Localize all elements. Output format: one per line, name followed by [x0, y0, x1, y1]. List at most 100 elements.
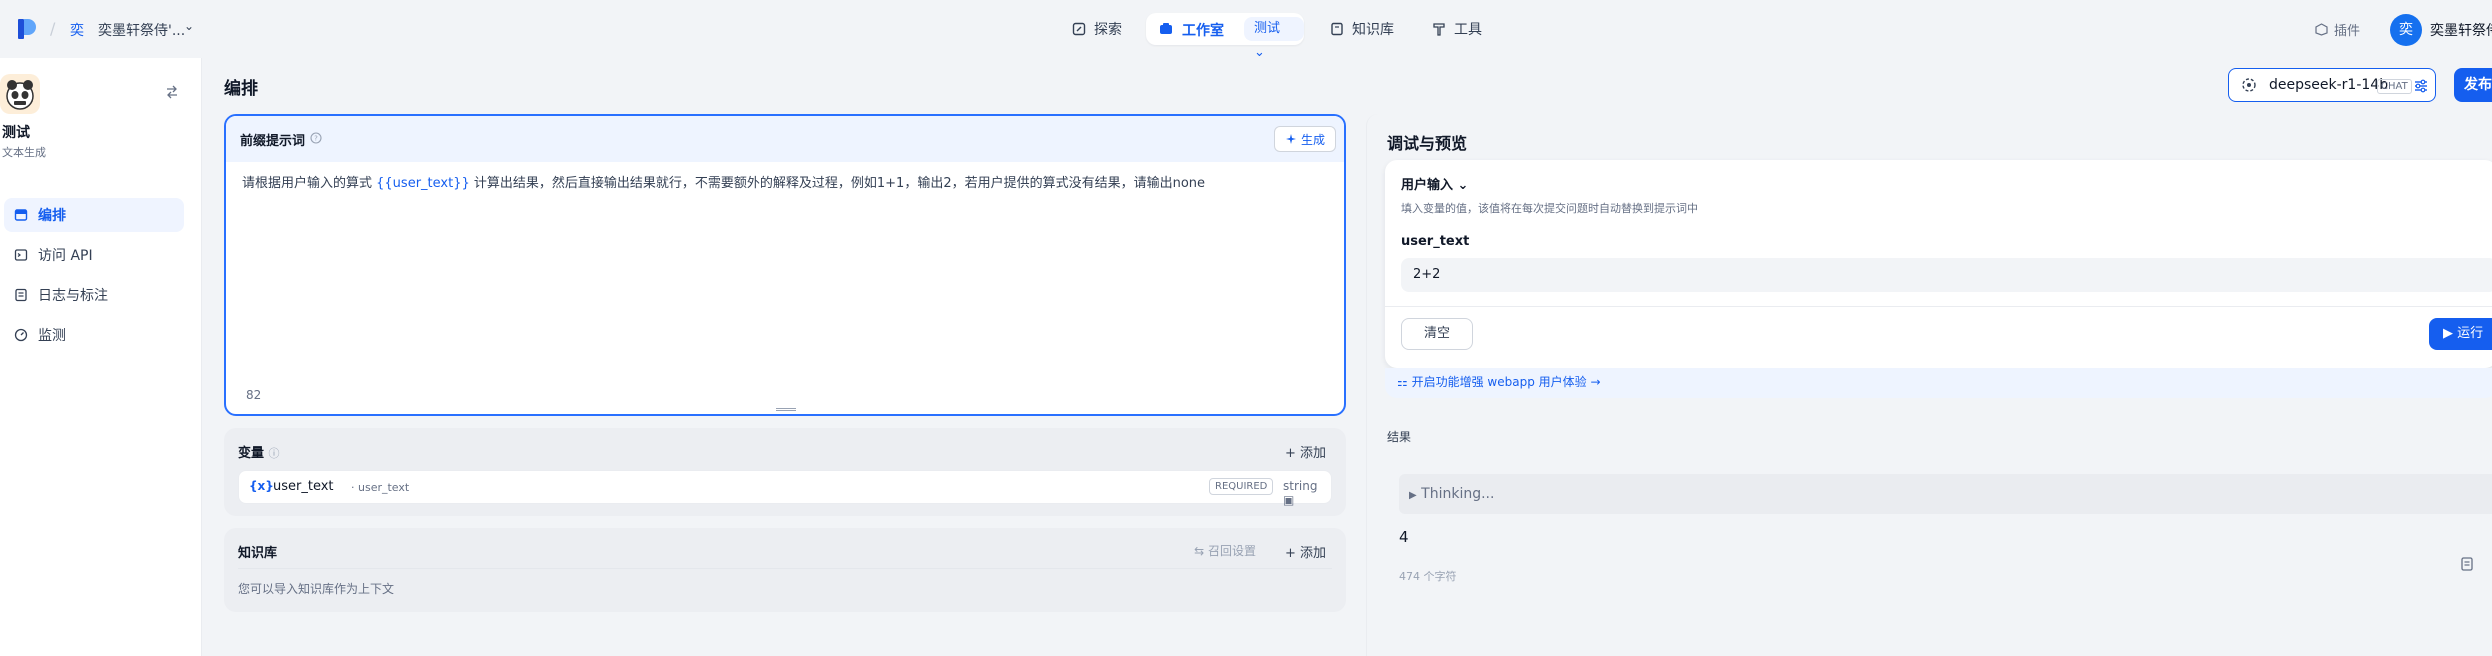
- add-variable-button[interactable]: + 添加: [1285, 442, 1326, 461]
- avatar[interactable]: 奕: [2390, 14, 2422, 46]
- run-button[interactable]: ▶ 运行: [2429, 318, 2492, 350]
- run-label: 运行: [2457, 326, 2484, 341]
- publish-button[interactable]: 发布: [2454, 68, 2492, 102]
- compass-icon: [1072, 22, 1086, 36]
- add-label: 添加: [1299, 546, 1326, 561]
- variable-key: user_text: [273, 479, 334, 494]
- hammer-icon: [1433, 23, 1445, 36]
- char-count: 82: [246, 388, 262, 402]
- recall-label: 召回设置: [1207, 544, 1256, 558]
- variables-title-label: 变量: [238, 446, 265, 461]
- help-icon[interactable]: ⓘ: [269, 447, 280, 460]
- webapp-enhance-link[interactable]: ⚏ 开启功能增强 webapp 用户体验 →: [1385, 368, 2492, 398]
- prompt-editor[interactable]: 前缀提示词 ? 生成 请根据用户输入的算式 {{user_text}} 计算出结…: [224, 114, 1346, 416]
- prompt-text-after: 计算出结果，然后直接输出结果就行，不需要额外的解释及过程，例如1+1，输出2，若…: [469, 176, 1206, 191]
- current-app-label: 测试: [1254, 21, 1281, 36]
- username[interactable]: 奕墨轩祭侍: [2430, 20, 2492, 40]
- feature-icon: ⚏: [1397, 375, 1408, 389]
- sidebar: 测试 文本生成 编排 访问 API 日志与标注 监测: [0, 58, 202, 656]
- sidebar-item-label: 日志与标注: [38, 288, 108, 304]
- clear-button[interactable]: 清空: [1401, 318, 1473, 350]
- sidebar-item-label: 编排: [38, 208, 66, 224]
- nav-tools-label: 工具: [1454, 22, 1482, 38]
- breadcrumb-separator: /: [50, 19, 56, 38]
- plugin-button[interactable]: 插件: [2315, 20, 2360, 39]
- nav-knowledge[interactable]: 知识库: [1330, 19, 1394, 39]
- page-title: 编排: [224, 79, 258, 99]
- play-icon: ▶: [2443, 326, 2453, 341]
- help-icon[interactable]: ?: [310, 132, 322, 144]
- variable-row[interactable]: {x} user_text · user_text REQUIRED strin…: [238, 470, 1332, 507]
- variable-name-text: user_text: [358, 481, 410, 494]
- dify-logo-icon[interactable]: [16, 17, 36, 41]
- model-selector[interactable]: deepseek-r1-14b CHAT: [2228, 68, 2436, 102]
- book-icon: [1331, 22, 1343, 36]
- knowledge-title: 知识库: [238, 546, 278, 561]
- sidebar-item-orchestrate[interactable]: 编排: [4, 198, 184, 232]
- result-char-count: 474 个字符: [1399, 570, 1457, 583]
- app-type: 文本生成: [2, 146, 46, 159]
- resize-handle[interactable]: [776, 408, 796, 411]
- variable-name: · user_text: [351, 481, 410, 494]
- app-title: 测试: [2, 125, 30, 141]
- chevron-down-icon[interactable]: ⌄: [184, 19, 194, 33]
- nav-knowledge-label: 知识库: [1352, 22, 1394, 38]
- variable-type-text: string: [1283, 479, 1318, 493]
- edit-icon[interactable]: ▣: [1283, 493, 1294, 507]
- model-icon: [2242, 78, 2256, 92]
- layout-icon: [14, 209, 28, 221]
- sidebar-item-api[interactable]: 访问 API: [4, 238, 184, 272]
- app-avatar-icon: [0, 74, 40, 114]
- sparkle-icon: [1285, 134, 1296, 144]
- webapp-label: 开启功能增强 webapp 用户体验: [1411, 375, 1587, 389]
- document-icon[interactable]: [2459, 556, 2475, 572]
- nav-explore[interactable]: 探索: [1072, 19, 1122, 39]
- top-bar: / 奕 奕墨轩祭侍'... ⌄ 探索 工作室 测试 ⌄ 知识库 工具 插件 奕 …: [0, 0, 2492, 60]
- recall-settings-button[interactable]: ⇆ 召回设置: [1194, 542, 1256, 559]
- nav-explore-label: 探索: [1094, 22, 1122, 38]
- prompt-text[interactable]: 请根据用户输入的算式 {{user_text}} 计算出结果，然后直接输出结果就…: [242, 172, 1205, 191]
- nav-tools[interactable]: 工具: [1432, 19, 1482, 39]
- divider: [1385, 306, 2492, 307]
- prompt-header: 前缀提示词 ? 生成: [226, 116, 1344, 162]
- nav-studio-label: 工作室: [1182, 23, 1224, 39]
- sidebar-item-logs[interactable]: 日志与标注: [4, 278, 184, 312]
- log-icon: [15, 288, 27, 302]
- breadcrumb-app-name[interactable]: 奕墨轩祭侍'...: [98, 20, 185, 40]
- thinking-label: Thinking...: [1421, 486, 1495, 502]
- model-mode-badge: CHAT: [2377, 79, 2412, 94]
- switch-icon[interactable]: [164, 84, 180, 100]
- plugin-label: 插件: [2334, 24, 2361, 39]
- user-input-toggle[interactable]: 用户输入 ⌄: [1401, 174, 1468, 193]
- generate-label: 生成: [1300, 132, 1325, 147]
- add-knowledge-button[interactable]: + 添加: [1285, 542, 1326, 561]
- sidebar-item-label: 访问 API: [38, 248, 93, 264]
- sliders-icon[interactable]: [2413, 78, 2429, 94]
- result-label: 结果: [1387, 430, 1412, 444]
- sidebar-item-monitor[interactable]: 监测: [4, 318, 184, 352]
- add-label: 添加: [1299, 446, 1326, 461]
- app-char-icon: 奕: [70, 23, 84, 39]
- chevron-down-icon: ⌄: [1457, 178, 1469, 193]
- result-value: 4: [1399, 528, 1409, 546]
- caret-right-icon: ▶: [1409, 490, 1417, 501]
- thinking-toggle[interactable]: ▶ Thinking...: [1399, 474, 2492, 514]
- generate-button[interactable]: 生成: [1273, 126, 1336, 152]
- sidebar-item-label: 监测: [38, 328, 66, 344]
- variable-input[interactable]: 2+2: [1401, 258, 2492, 292]
- variable-label: user_text: [1401, 234, 1470, 249]
- divider: [238, 568, 1332, 569]
- prompt-text-before: 请根据用户输入的算式: [242, 176, 377, 191]
- knowledge-description: 您可以导入知识库作为上下文: [238, 582, 395, 596]
- user-input-label: 用户输入: [1401, 178, 1454, 193]
- arrow-right-icon: →: [1590, 375, 1601, 389]
- variables-panel: 变量 ⓘ + 添加 {x} user_text · user_text REQU…: [224, 428, 1346, 516]
- current-app-selector[interactable]: 测试 ⌄: [1244, 17, 1304, 60]
- user-input-card: 用户输入 ⌄ 填入变量的值，该值将在每次提交问题时自动替换到提示词中 user_…: [1385, 160, 2492, 368]
- variables-title: 变量 ⓘ: [238, 442, 280, 461]
- model-name: deepseek-r1-14b: [2269, 77, 2389, 93]
- terminal-icon: [14, 249, 28, 261]
- studio-icon: [1160, 23, 1172, 34]
- nav-studio[interactable]: 工作室 测试 ⌄: [1146, 13, 1304, 60]
- prompt-title: 前缀提示词: [240, 134, 306, 149]
